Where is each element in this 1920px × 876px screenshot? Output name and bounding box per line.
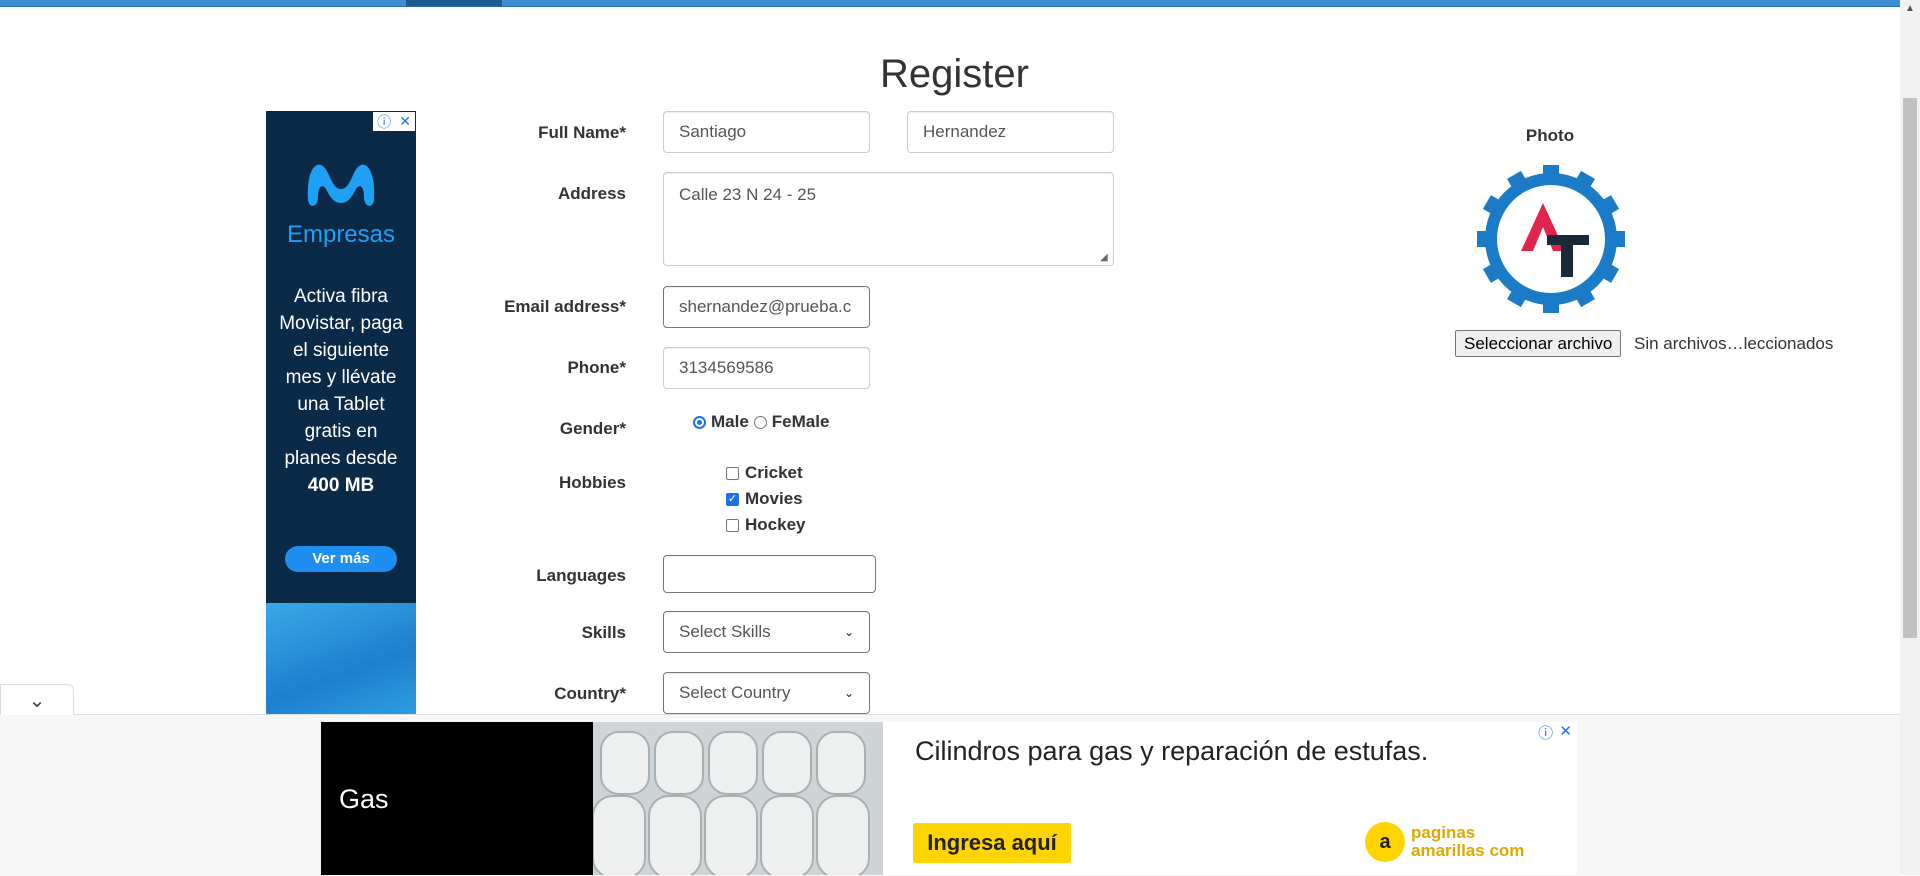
choose-file-button[interactable]: Seleccionar archivo [1455,330,1622,357]
scroll-up-arrow-icon[interactable]: ▲ [1904,4,1916,14]
movistar-logo-icon [307,164,375,206]
email-input[interactable]: shernandez@prueba.c [663,286,870,328]
scrollbar-thumb[interactable] [1903,98,1917,638]
gender-options: Male FeMale [693,412,829,432]
cricket-checkbox[interactable] [726,466,739,480]
movies-checkbox[interactable]: ✓ [726,492,739,506]
skills-label: Skills [581,623,626,642]
ad-cta-button[interactable]: Ingresa aquí [913,823,1071,863]
ad-highlight: 400 MB [307,475,375,496]
cricket-label: Cricket [745,463,803,482]
ad-body-text: Activa fibra Movistar, paga el siguiente… [276,283,406,499]
chevron-down-icon: ⌄ [843,686,854,700]
ad-image [266,603,416,714]
top-nav-active-tab[interactable] [406,0,502,6]
paginas-amarillas-logo-icon: a [1365,822,1405,862]
email-label: Email address* [504,297,626,316]
country-label: Country* [554,684,626,703]
address-label: Address [557,184,626,203]
gas-cylinders-icon [592,722,883,875]
skills-selected-value: Select Skills [679,622,771,641]
phone-input[interactable]: 3134569586 [663,347,870,389]
photo-label: Photo [1525,126,1575,145]
female-label: FeMale [771,412,830,431]
ad-headline: Cilindros para gas y reparación de estuf… [915,736,1429,766]
ad-brand: a paginas amarillas com [1365,818,1555,866]
ad-cta-button[interactable]: Ver más [285,546,397,572]
male-label: Male [711,412,749,431]
movies-label: Movies [745,489,803,508]
country-selected-value: Select Country [679,683,791,702]
ad-info-icon[interactable]: ⓘ [1538,722,1553,742]
male-radio[interactable] [693,415,706,429]
resize-handle-icon[interactable]: ◢ [1100,252,1110,263]
ad-gas-cylinders-image [592,722,883,875]
chevron-down-icon: ⌄ [843,625,854,639]
collapse-ad-chevron-icon[interactable]: ⌄ [0,684,74,715]
languages-label: Languages [536,566,626,585]
address-textarea[interactable]: Calle 23 N 24 - 25 [663,172,1114,266]
last-name-input[interactable]: Hernandez [907,111,1114,153]
country-select[interactable]: Select Country ⌄ [663,672,870,714]
ad-category-panel: Gas [321,722,593,875]
hockey-checkbox[interactable] [726,518,739,532]
languages-input[interactable] [663,555,876,593]
hockey-label: Hockey [745,515,806,534]
ad-brand-name: Empresas [286,221,396,248]
hobbies-options: Cricket ✓ Movies Hockey [726,463,805,535]
ad-category-label: Gas [339,784,389,814]
ad-info-icon[interactable]: ⓘ [377,112,391,132]
left-advertisement[interactable]: Empresas Activa fibra Movistar, paga el … [266,111,416,714]
file-status-text: Sin archivos…leccionados [1634,334,1834,353]
photo-preview-logo-icon [1477,165,1625,313]
female-radio[interactable] [753,415,767,429]
top-nav-bar[interactable] [0,0,1900,7]
ad-close-icon[interactable]: ✕ [1559,722,1572,740]
page-title: Register [880,52,1029,96]
ad-brand-text: paginas amarillas com [1411,823,1525,860]
skills-select[interactable]: Select Skills ⌄ [663,611,870,653]
bottom-advertisement[interactable]: Gas Cilindros para gas y reparación de e… [321,722,1577,875]
bottom-ad-controls: ⓘ ✕ [1535,722,1575,742]
phone-label: Phone* [567,358,626,377]
gender-label: Gender* [559,419,626,438]
hobbies-label: Hobbies [558,473,626,492]
first-name-input[interactable]: Santiago [663,111,870,153]
full-name-label: Full Name* [538,123,626,142]
ad-text: Activa fibra Movistar, paga el siguiente… [279,286,403,469]
